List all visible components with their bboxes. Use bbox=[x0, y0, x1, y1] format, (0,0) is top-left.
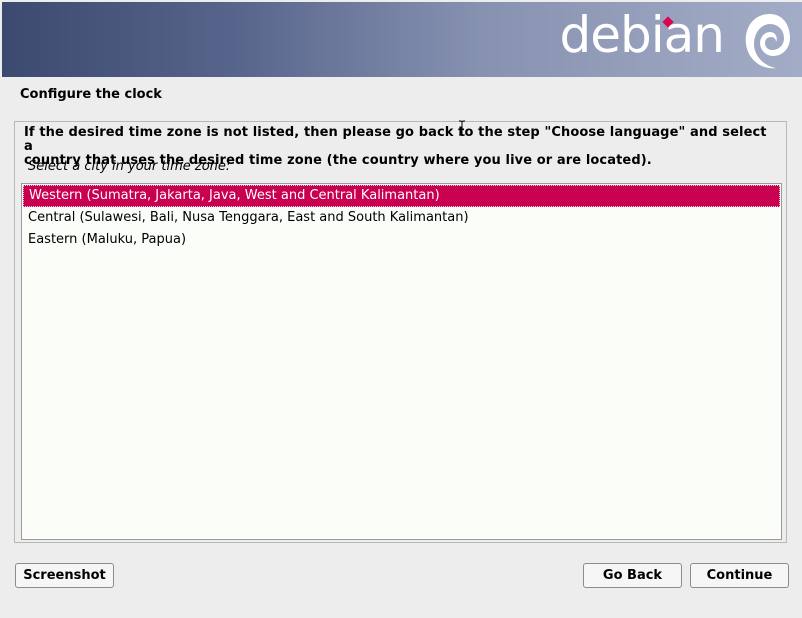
timezone-item-eastern[interactable]: Eastern (Maluku, Papua) bbox=[23, 229, 780, 251]
page-title: Configure the clock bbox=[20, 87, 162, 102]
go-back-button[interactable]: Go Back bbox=[583, 563, 682, 588]
timezone-item-central[interactable]: Central (Sulawesi, Bali, Nusa Tenggara, … bbox=[23, 207, 780, 229]
screenshot-button[interactable]: Screenshot bbox=[15, 563, 114, 588]
debian-banner: debian bbox=[2, 2, 802, 77]
timezone-item-western[interactable]: Western (Sumatra, Jakarta, Java, West an… bbox=[23, 185, 780, 207]
info-text-line: If the desired time zone is not listed, … bbox=[24, 125, 767, 154]
debian-logo-text: debian bbox=[559, 6, 725, 64]
debian-swirl-icon bbox=[745, 14, 790, 69]
timezone-prompt: Select a city in your time zone: bbox=[28, 159, 231, 174]
timezone-list[interactable]: Western (Sumatra, Jakarta, Java, West an… bbox=[21, 183, 782, 540]
text-cursor-icon bbox=[459, 120, 465, 136]
continue-button[interactable]: Continue bbox=[690, 563, 789, 588]
